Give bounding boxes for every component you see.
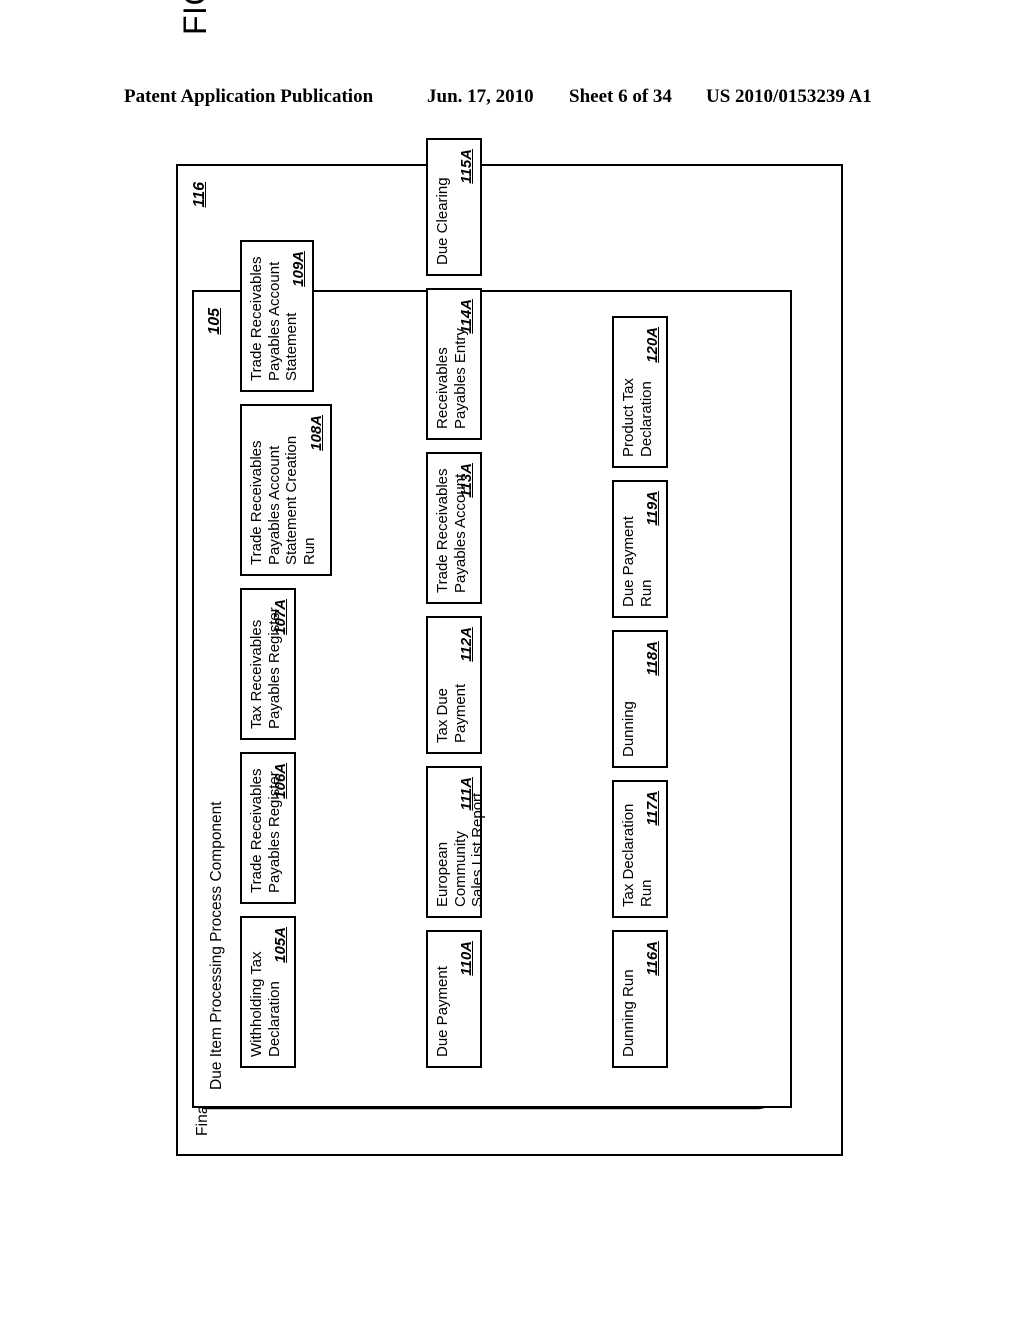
process-node-ref: 108A (308, 415, 325, 451)
process-node-ref: 115A (458, 149, 475, 184)
due-item-processing-process-component-box: Due Item Processing Process Component 10… (192, 138, 792, 1108)
process-node-ref: 105A (272, 927, 289, 963)
process-node-ref: 110A (458, 941, 475, 976)
process-node-title: Due Payment (434, 966, 451, 1057)
process-node-ref: 109A (290, 251, 307, 287)
node-columns: Withholding Tax Declaration 105A Trade Rec… (240, 138, 780, 1068)
rotated-drawing-canvas: Financials Deployment Unit 116 Due Item … (162, 0, 862, 1165)
process-node-115a: Due Clearing 115A (426, 138, 482, 276)
process-node-ref: 117A (644, 791, 661, 826)
process-node-118a: Dunning 118A (612, 630, 668, 768)
process-node-ref: 107A (272, 599, 289, 635)
process-node-112a: Tax Due Payment 112A (426, 616, 482, 754)
process-node-ref: 114A (458, 299, 475, 334)
process-node-109a: Trade Receivables Payables Account State… (240, 240, 314, 392)
process-node-title: Dunning Run (620, 969, 637, 1057)
node-column-2: Due Payment 110A European Community Sales … (426, 138, 486, 1068)
figure-caption-wrap: FIG. 1F (162, 0, 222, 329)
figure-stage: Financials Deployment Unit 116 Due Item … (0, 0, 1024, 1320)
due-item-processing-process-component-label: Due Item Processing Process Component (208, 801, 225, 1090)
process-node-title: Due Clearing (434, 177, 451, 265)
process-node-title: Dunning (620, 701, 637, 757)
process-node-ref: 112A (458, 627, 475, 662)
process-node-ref: 119A (644, 491, 661, 526)
process-node-108a: Trade Receivables Payables Account State… (240, 404, 332, 576)
process-node-120a: Product Tax Declaration 120A (612, 316, 668, 468)
process-node-ref: 106A (272, 763, 289, 799)
node-column-3: Dunning Run 116A Tax Declaration Run 117A Du… (612, 308, 668, 1068)
process-node-105a: Withholding Tax Declaration 105A (240, 916, 296, 1068)
process-node-114a: Receivables Payables Entry 114A (426, 288, 482, 440)
process-node-113a: Trade Receivables Payables Account 113A (426, 452, 482, 604)
process-node-ref: 118A (644, 641, 661, 676)
process-node-106a: Trade Receivables Payables Register 106A (240, 752, 296, 904)
process-node-110a: Due Payment 110A (426, 930, 482, 1068)
process-node-119a: Due Payment Run 119A (612, 480, 668, 618)
process-node-ref: 111A (458, 777, 475, 811)
process-node-111a: European Community Sales List Report 111A (426, 766, 486, 918)
process-node-116a: Dunning Run 116A (612, 930, 668, 1068)
process-node-ref: 113A (458, 463, 475, 498)
node-column-1: Withholding Tax Declaration 105A Trade Rec… (240, 240, 332, 1068)
process-node-107a: Tax Receivables Payables Register 107A (240, 588, 296, 740)
figure-caption: FIG. 1F (177, 0, 214, 329)
process-node-117a: Tax Declaration Run 117A (612, 780, 668, 918)
process-node-ref: 116A (644, 941, 661, 976)
process-node-ref: 120A (644, 327, 661, 363)
